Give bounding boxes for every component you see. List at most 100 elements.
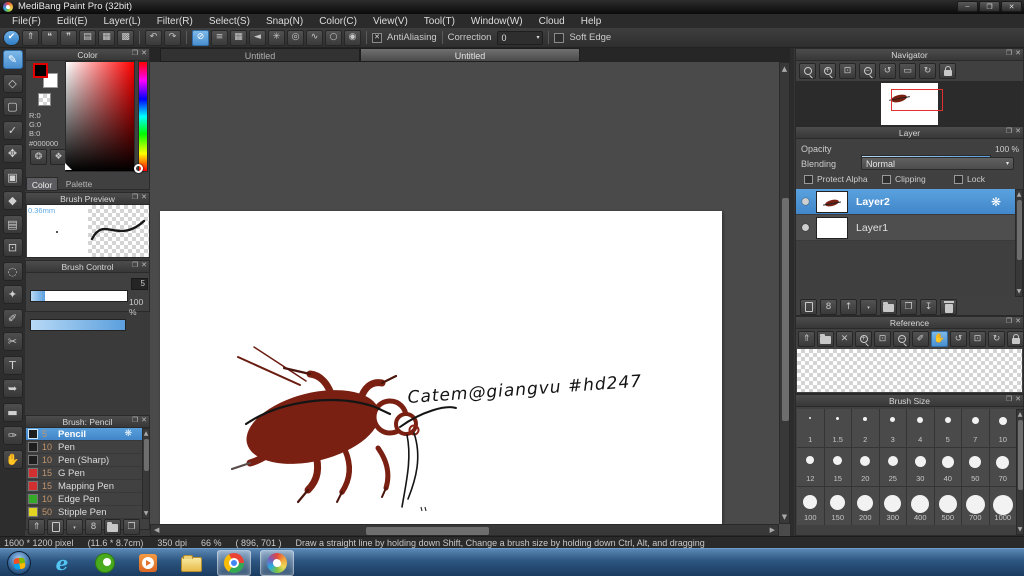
snap-curve-icon[interactable]: ∿ (306, 29, 323, 46)
snap-vanishing-icon[interactable]: ◄ (249, 29, 266, 46)
rotate-right-icon[interactable]: ↻ (988, 331, 1005, 347)
canvas-vscrollbar[interactable]: ▲ ▼ (779, 62, 790, 524)
blending-dropdown[interactable]: Normal ▾ (861, 157, 1014, 170)
scroll-left-icon[interactable]: ◀ (154, 527, 159, 534)
sv-picker-marker[interactable] (65, 163, 72, 170)
brush-size-30[interactable]: 30 (907, 448, 934, 486)
text-tool[interactable]: T (2, 355, 23, 375)
gradient-tool[interactable]: ▤ (2, 214, 23, 234)
rotate-right-icon[interactable]: ↻ (919, 63, 936, 79)
taskbar-medibang-icon[interactable] (260, 550, 294, 576)
eyedropper-tool[interactable]: ✑ (2, 426, 23, 445)
scroll-up-icon[interactable]: ▲ (1016, 191, 1022, 198)
duplicate-brush-icon[interactable]: ❐ (123, 519, 140, 535)
close-icon[interactable]: ✕ (141, 262, 147, 269)
shape-brush-tool[interactable]: ▢ (2, 97, 23, 116)
divide-tool[interactable]: ▬ (2, 402, 23, 422)
close-icon[interactable]: ✕ (1015, 128, 1021, 135)
soft-edge-checkbox[interactable] (554, 32, 565, 43)
add-brush-icon[interactable] (47, 519, 64, 535)
upload-brush-icon[interactable]: ⇑ (28, 519, 45, 535)
zoom-out-icon[interactable] (893, 331, 910, 347)
scroll-down-icon[interactable]: ▼ (143, 510, 149, 517)
save-document-icon[interactable]: ▤ (79, 29, 96, 46)
minimize-button[interactable]: – (957, 1, 978, 12)
brush-size-15[interactable]: 15 (824, 448, 851, 486)
menu-item-cloud[interactable]: Cloud (531, 16, 573, 27)
brush-size-400[interactable]: 400 (907, 487, 934, 525)
material-panel-icon[interactable]: ▩ (117, 29, 134, 46)
fill-shape-tool[interactable]: ▣ (2, 167, 23, 187)
tab-palette[interactable]: Palette (58, 177, 100, 191)
transparent-color-swatch[interactable] (38, 93, 51, 106)
tab-color[interactable]: Color (26, 177, 58, 191)
taskbar-explorer-icon[interactable] (174, 550, 208, 576)
menu-item-layerl[interactable]: Layer(L) (95, 16, 148, 27)
scroll-up-icon[interactable]: ▲ (1017, 411, 1023, 418)
select-pen-tool[interactable]: ✓ (2, 120, 23, 140)
lasso-tool[interactable]: ◌ (2, 261, 23, 281)
checkbox-protect-alpha[interactable]: Protect Alpha (804, 174, 882, 184)
add-layer-folder-icon[interactable] (880, 299, 897, 315)
add-special-layer-icon[interactable] (860, 299, 877, 315)
move-tool[interactable]: ✥ (2, 144, 23, 163)
add-8bit-layer-icon[interactable] (820, 299, 837, 315)
brush-size-150[interactable]: 150 (824, 487, 851, 525)
brush-size-scrollbar[interactable]: ▲ ▼ (1016, 409, 1024, 535)
menu-item-windoww[interactable]: Window(W) (463, 16, 531, 27)
undo-icon[interactable]: ↶ (145, 29, 162, 46)
bucket-tool[interactable]: ◆ (2, 191, 23, 210)
layer-visibility-dot[interactable] (802, 198, 809, 205)
brush-size-3[interactable]: 3 (879, 409, 906, 447)
brush-size-700[interactable]: 700 (962, 487, 989, 525)
popout-icon[interactable]: ❐ (132, 417, 138, 424)
rotate-left-icon[interactable]: ↺ (879, 63, 896, 79)
rotate-reset-icon[interactable]: ⊡ (969, 331, 986, 347)
brush-list-scrollbar[interactable]: ▲ ▼ (142, 428, 150, 519)
snap-point-icon[interactable]: ◉ (344, 29, 361, 46)
memo-icon[interactable]: ❞ (60, 29, 77, 46)
fit-icon[interactable]: ⊡ (874, 331, 891, 347)
menu-item-selects[interactable]: Select(S) (201, 16, 258, 27)
brush-size-1-5[interactable]: 1.5 (824, 409, 851, 447)
brush-item-mapping-pen[interactable]: 15 Mapping Pen (26, 480, 142, 493)
delete-layer-icon[interactable] (940, 299, 957, 315)
checkbox-lock[interactable]: Lock (954, 174, 1014, 184)
brush-size-2[interactable]: 2 (852, 409, 879, 447)
brush-settings-icon[interactable]: ❋ (124, 429, 132, 439)
open-folder-icon[interactable] (817, 331, 834, 347)
hue-slider[interactable] (138, 61, 148, 172)
popout-icon[interactable]: ❐ (1006, 50, 1012, 57)
duplicate-layer-icon[interactable]: ❐ (900, 299, 917, 315)
menu-item-filterr[interactable]: Filter(R) (149, 16, 201, 27)
export-icon[interactable]: ⇑ (22, 29, 39, 46)
taskbar-ie-icon[interactable] (45, 550, 79, 576)
import-image-icon[interactable]: ⇑ (798, 331, 815, 347)
close-icon[interactable]: ✕ (1015, 318, 1021, 325)
hand-icon[interactable]: ✋ (931, 331, 948, 347)
brush-size-500[interactable]: 500 (934, 487, 961, 525)
brush-opacity-slider[interactable] (30, 319, 126, 331)
scroll-down-icon[interactable]: ▼ (1016, 288, 1022, 295)
hue-slider-marker[interactable] (134, 164, 143, 173)
brush-size-25[interactable]: 25 (879, 448, 906, 486)
correction-dropdown[interactable]: 0 ▾ (497, 30, 544, 45)
lock-icon[interactable] (939, 63, 956, 79)
taskbar-chrome-icon[interactable] (217, 550, 251, 576)
close-icon[interactable]: ✕ (1015, 396, 1021, 403)
layer-settings-icon[interactable]: ❋ (991, 195, 1001, 209)
saturation-value-picker[interactable] (65, 61, 135, 172)
popout-icon[interactable]: ❐ (132, 194, 138, 201)
close-button[interactable]: ✕ (1001, 1, 1022, 12)
scroll-down-icon[interactable]: ▼ (780, 513, 789, 521)
cloud-sync-icon[interactable]: ✔ (3, 29, 20, 46)
maximize-button[interactable]: ❐ (979, 1, 1000, 12)
rotate-reset-icon[interactable]: ▭ (899, 63, 916, 79)
snap-off-icon[interactable]: ⊘ (192, 29, 209, 46)
add-brush-menu-icon[interactable] (66, 519, 83, 535)
brush-size-12[interactable]: 12 (797, 448, 824, 486)
brush-tool[interactable]: ✎ (2, 50, 23, 69)
layer-row-layer1[interactable]: Layer1 (796, 215, 1015, 241)
brush-size-50[interactable]: 50 (962, 448, 989, 486)
snap-radial-icon[interactable]: ✳ (268, 29, 285, 46)
